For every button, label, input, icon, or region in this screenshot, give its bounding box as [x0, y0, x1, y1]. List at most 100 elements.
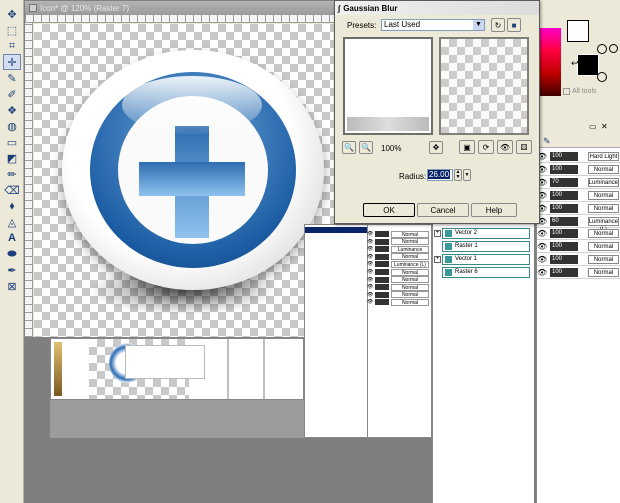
eye-icon[interactable]: 👁	[367, 239, 375, 245]
layer-opacity[interactable]: 100	[550, 190, 578, 200]
eye-icon[interactable]: 👁	[367, 299, 375, 305]
mid-layer-blend[interactable]: Normal	[391, 276, 429, 284]
save-preset-button[interactable]: ■	[507, 18, 521, 32]
layer-row[interactable]: 👁 100 Normal	[537, 203, 620, 215]
eye-icon[interactable]: 👁	[537, 229, 547, 238]
foreground-swatch[interactable]	[567, 20, 589, 42]
mid-layer-opacity[interactable]	[375, 291, 389, 298]
layer-blend-mode[interactable]: Normal	[588, 203, 619, 213]
expand-icon[interactable]: +	[434, 256, 441, 263]
mid-layer-opacity[interactable]	[375, 299, 389, 306]
layer-blend-mode[interactable]: Normal	[588, 164, 619, 174]
zoom-in-button[interactable]: 🔍	[359, 141, 373, 154]
eye-icon[interactable]: 👁	[367, 277, 375, 283]
mid-layer-opacity[interactable]	[375, 261, 389, 268]
text-icon[interactable]: A	[3, 230, 21, 246]
layer-blend-mode[interactable]: Luminance (L)	[587, 216, 619, 233]
eye-icon[interactable]: 👁	[367, 231, 375, 237]
layer-opacity[interactable]: 70	[550, 177, 578, 187]
brush-icon[interactable]: ✐	[3, 86, 21, 102]
eye-icon[interactable]: 👁	[537, 242, 547, 251]
reset-preset-button[interactable]: ↻	[491, 18, 505, 32]
radius-slider-button[interactable]: ▼	[463, 169, 471, 181]
layer-blend-mode[interactable]: Normal	[588, 190, 619, 200]
background-swatch[interactable]	[577, 54, 599, 76]
layer-row[interactable]: 👁 100 Normal	[537, 190, 620, 202]
mid-layer-blend[interactable]: Normal	[391, 253, 429, 261]
eye-icon[interactable]: 👁	[367, 292, 375, 298]
layer-blend-mode[interactable]: Luminance	[587, 177, 619, 187]
cancel-button[interactable]: Cancel	[417, 203, 469, 217]
eye-icon[interactable]: 👁	[367, 254, 375, 260]
clone-icon[interactable]: ❖	[3, 102, 21, 118]
mid-layer-blend[interactable]: Luminance	[391, 245, 429, 253]
layer-blend-mode[interactable]: Hard Light	[588, 152, 619, 161]
layer-opacity[interactable]: 60	[550, 216, 578, 226]
layer-name-vector-2[interactable]: Vector 2	[442, 228, 530, 239]
layer-opacity[interactable]: 100	[550, 164, 578, 174]
color-spectrum[interactable]	[539, 28, 561, 96]
help-button[interactable]: Help	[471, 203, 517, 217]
ok-button[interactable]: OK	[363, 203, 415, 217]
layer-row[interactable]: 👁 100 Normal	[537, 241, 620, 254]
proof-button[interactable]: ▣	[459, 140, 475, 154]
move-preview-button[interactable]: ✥	[429, 141, 443, 154]
eraser-icon[interactable]: ⌫	[3, 182, 21, 198]
layer-opacity[interactable]: 100	[550, 229, 578, 239]
mid-layer-opacity[interactable]	[375, 253, 389, 260]
crop-icon[interactable]: ⌗	[3, 38, 21, 54]
layer-name-vector-1[interactable]: Vector 1	[442, 254, 530, 265]
layer-blend-mode[interactable]: Normal	[588, 255, 619, 265]
fill-icon[interactable]: ◩	[3, 150, 21, 166]
mid-layer-blend[interactable]: Normal	[391, 230, 429, 238]
eye-icon[interactable]: 👁	[537, 255, 547, 264]
paint-icon[interactable]: ⬧	[3, 198, 21, 214]
retouch-icon[interactable]: ◍	[3, 118, 21, 134]
mid-layer-row[interactable]: 👁 Normal	[367, 298, 429, 306]
eyedropper-icon[interactable]: ✎	[3, 70, 21, 86]
pan-icon[interactable]: ✥	[3, 6, 21, 22]
layer-row[interactable]: 👁 100 Normal	[537, 228, 620, 241]
presets-select[interactable]: Last Used ▼	[381, 19, 485, 31]
layer-name-raster-1[interactable]: Raster 1	[442, 241, 530, 252]
layer-opacity[interactable]: 100	[550, 268, 578, 278]
layer-opacity[interactable]: 100	[550, 203, 578, 213]
layer-row[interactable]: 👁 100 Normal	[537, 254, 620, 267]
layer-opacity[interactable]: 100	[550, 152, 578, 161]
layer-opacity[interactable]: 100	[550, 242, 578, 252]
flood-icon[interactable]: ◬	[3, 214, 21, 230]
auto-proof-button[interactable]: ⟳	[478, 140, 494, 154]
eye-icon[interactable]: 👁	[367, 246, 375, 252]
layer-blend-mode[interactable]: Normal	[588, 229, 619, 239]
pencil-icon[interactable]: ✏	[3, 166, 21, 182]
mid-layer-blend[interactable]: Luminance (L)	[391, 260, 429, 268]
close-icon[interactable]: ✕	[601, 122, 608, 131]
move-icon[interactable]: ✛	[3, 54, 21, 70]
mid-layer-opacity[interactable]	[375, 231, 389, 237]
visibility-button[interactable]: 👁	[497, 140, 513, 154]
eye-icon[interactable]: 👁	[367, 284, 375, 290]
shape-icon[interactable]: ▭	[3, 134, 21, 150]
mid-layer-opacity[interactable]	[375, 269, 389, 275]
mid-layer-blend[interactable]: Normal	[391, 268, 429, 276]
preset-shape-icon[interactable]: ⬬	[3, 246, 21, 262]
mid-layer-blend[interactable]: Normal	[391, 283, 429, 291]
texture-icon[interactable]	[597, 44, 607, 54]
mid-layer-blend[interactable]: Normal	[391, 238, 429, 246]
mid-layer-opacity[interactable]	[375, 238, 389, 245]
swap-icon[interactable]: ↩	[571, 58, 579, 69]
layer-row[interactable]: 👁 100 Normal	[537, 164, 620, 176]
layer-tool-icon[interactable]: ✎	[543, 136, 551, 147]
texture-icon-2[interactable]	[597, 72, 607, 82]
eye-icon[interactable]: 👁	[367, 261, 375, 267]
layer-row[interactable]: 👁 100 Normal	[537, 267, 620, 280]
layer-blend-mode[interactable]: Normal	[588, 242, 619, 252]
chevron-down-icon[interactable]: ▼	[473, 20, 484, 30]
mid-layer-opacity[interactable]	[375, 284, 389, 291]
pen-icon[interactable]: ✒	[3, 262, 21, 278]
mid-layer-opacity[interactable]	[375, 246, 389, 253]
layer-row[interactable]: 👁60Luminance (L)	[537, 216, 620, 233]
expand-icon[interactable]: +	[434, 230, 441, 237]
layer-row[interactable]: 👁 70 Luminance	[537, 177, 620, 189]
minimize-icon[interactable]: ▭	[589, 122, 597, 131]
